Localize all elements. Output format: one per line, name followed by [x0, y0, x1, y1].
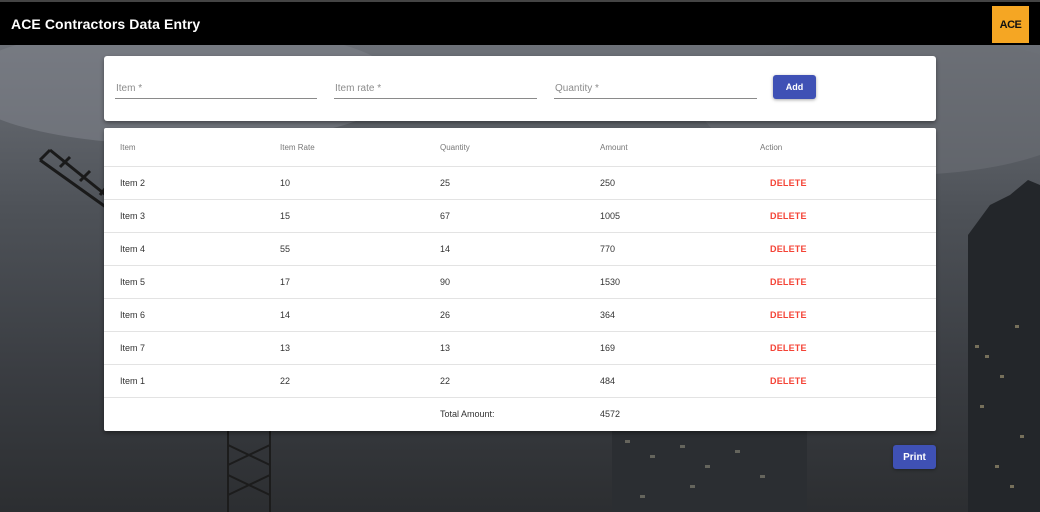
cell-action: DELETE: [744, 199, 936, 233]
cell-rate: 22: [264, 364, 424, 398]
cell-action: DELETE: [744, 232, 936, 266]
cell-quantity: 22: [424, 364, 584, 398]
cell-amount: 1530: [584, 265, 744, 299]
cell-action: DELETE: [744, 166, 936, 200]
cell-quantity: 67: [424, 199, 584, 233]
cell-amount: 484: [584, 364, 744, 398]
cell-quantity: 90: [424, 265, 584, 299]
header-action: Action: [744, 128, 936, 167]
table-row: Item 4 55 14 770 DELETE: [104, 232, 936, 266]
header-item-rate: Item Rate: [264, 128, 424, 167]
delete-button[interactable]: DELETE: [760, 277, 807, 287]
table-row: Item 6 14 26 364 DELETE: [104, 298, 936, 332]
item-field: [115, 78, 319, 99]
cell-amount: 250: [584, 166, 744, 200]
delete-button[interactable]: DELETE: [760, 343, 807, 353]
cell-item: Item 4: [104, 232, 264, 266]
cell-item: Item 2: [104, 166, 264, 200]
cell-action: DELETE: [744, 364, 936, 398]
item-rate-field: [334, 78, 539, 99]
item-input[interactable]: [115, 79, 319, 98]
cell-action: DELETE: [744, 265, 936, 299]
delete-button[interactable]: DELETE: [760, 376, 807, 386]
cell-amount: 364: [584, 298, 744, 332]
total-row: Total Amount: 4572: [104, 398, 936, 431]
logo-text: ACE: [999, 18, 1022, 31]
cell-rate: 15: [264, 199, 424, 233]
total-value: 4572: [600, 409, 621, 419]
cell-amount: 770: [584, 232, 744, 266]
cell-item: Item 1: [104, 364, 264, 398]
add-button[interactable]: Add: [773, 75, 816, 99]
items-table-card: Item Item Rate Quantity Amount Action It…: [104, 128, 936, 431]
cell-rate: 14: [264, 298, 424, 332]
cell-quantity: 25: [424, 166, 584, 200]
delete-button[interactable]: DELETE: [760, 178, 807, 188]
app-header: ACE Contractors Data Entry ACE: [0, 0, 1040, 45]
cell-item: Item 7: [104, 331, 264, 365]
header-quantity: Quantity: [424, 128, 584, 167]
header-item: Item: [104, 128, 264, 167]
cell-item: Item 3: [104, 199, 264, 233]
table-row: Item 1 22 22 484 DELETE: [104, 364, 936, 398]
item-entry-form: Add: [104, 56, 936, 121]
item-rate-input[interactable]: [334, 79, 539, 98]
cell-action: DELETE: [744, 298, 936, 332]
cell-quantity: 14: [424, 232, 584, 266]
table-row: Item 2 10 25 250 DELETE: [104, 166, 936, 200]
cell-amount: 169: [584, 331, 744, 365]
table-row: Item 7 13 13 169 DELETE: [104, 331, 936, 365]
cell-rate: 55: [264, 232, 424, 266]
table-row: Item 5 17 90 1530 DELETE: [104, 265, 936, 299]
cell-amount: 1005: [584, 199, 744, 233]
delete-button[interactable]: DELETE: [760, 244, 807, 254]
cell-rate: 17: [264, 265, 424, 299]
total-label: Total Amount:: [440, 409, 495, 419]
app-title: ACE Contractors Data Entry: [11, 16, 201, 32]
cell-rate: 10: [264, 166, 424, 200]
quantity-input[interactable]: [554, 79, 759, 98]
delete-button[interactable]: DELETE: [760, 211, 807, 221]
table-row: Item 3 15 67 1005 DELETE: [104, 199, 936, 233]
header-amount: Amount: [584, 128, 744, 167]
quantity-field: [554, 78, 759, 99]
items-table: Item Item Rate Quantity Amount Action It…: [104, 128, 936, 430]
cell-quantity: 26: [424, 298, 584, 332]
cell-quantity: 13: [424, 331, 584, 365]
table-header-row: Item Item Rate Quantity Amount Action: [104, 128, 936, 167]
cell-action: DELETE: [744, 331, 936, 365]
delete-button[interactable]: DELETE: [760, 310, 807, 320]
cell-item: Item 6: [104, 298, 264, 332]
ace-logo: ACE: [992, 6, 1029, 43]
cell-item: Item 5: [104, 265, 264, 299]
print-button[interactable]: Print: [893, 445, 936, 469]
cell-rate: 13: [264, 331, 424, 365]
